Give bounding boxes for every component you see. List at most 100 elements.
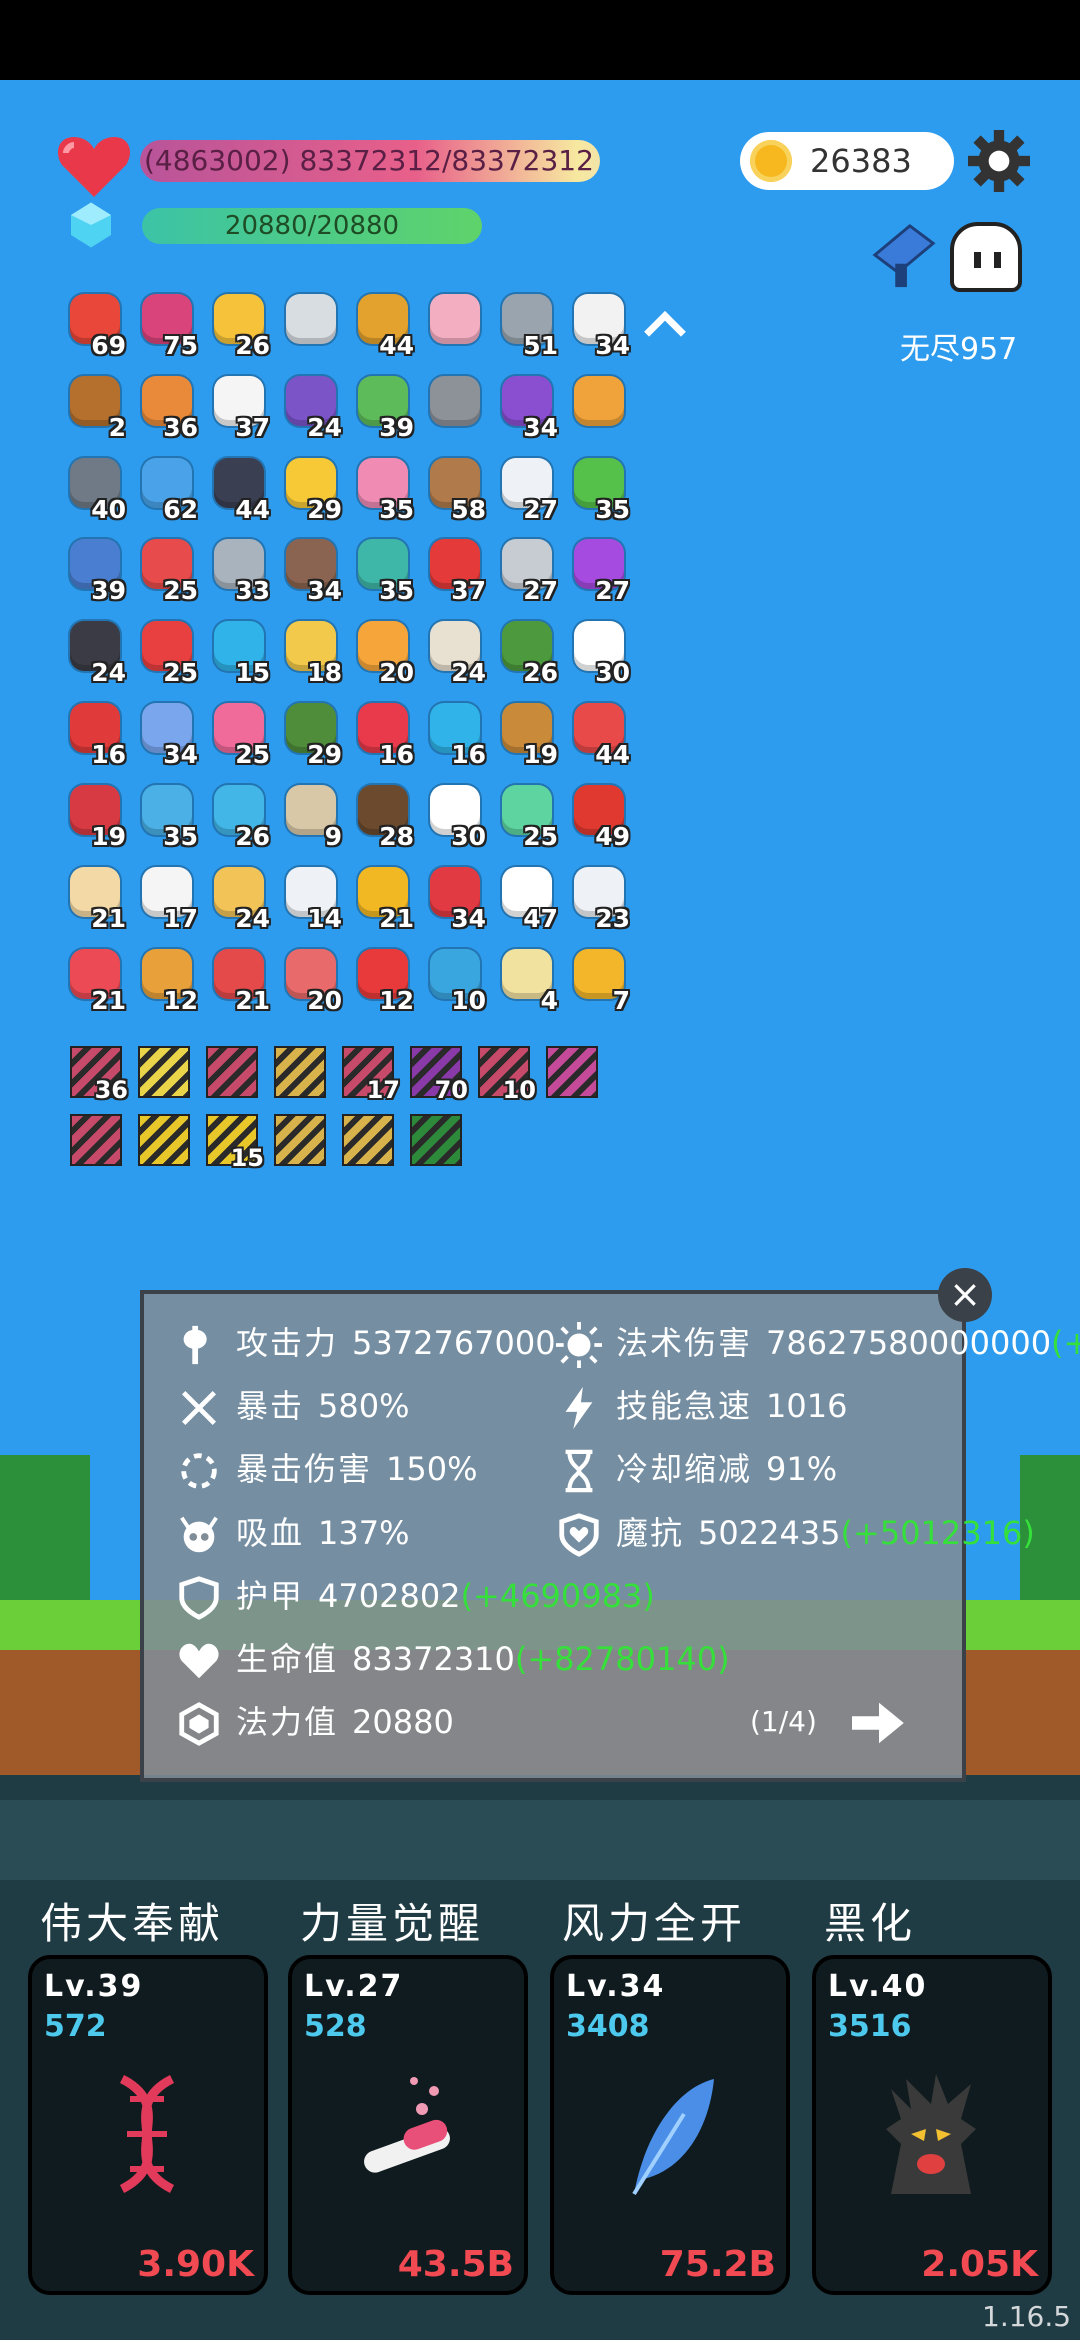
inventory-item[interactable]: 14 — [282, 863, 342, 933]
inventory-item[interactable]: 75 — [138, 290, 198, 360]
inventory-item[interactable]: 44 — [570, 699, 630, 769]
inventory-item[interactable]: 30 — [426, 781, 486, 851]
inventory-item[interactable]: 26 — [210, 781, 270, 851]
inventory-item[interactable]: 35 — [354, 454, 414, 524]
inventory-item[interactable]: 39 — [66, 535, 126, 605]
gold-box-icon[interactable] — [274, 1114, 326, 1166]
inventory-item[interactable] — [282, 290, 342, 356]
item-count: 18 — [307, 658, 342, 687]
inventory-item[interactable]: 27 — [498, 535, 558, 605]
inventory-item[interactable]: 18 — [282, 617, 342, 687]
striped-card-icon[interactable] — [70, 1114, 122, 1166]
inventory-item[interactable]: 29 — [282, 699, 342, 769]
inventory-item[interactable]: 34 — [570, 290, 630, 360]
inventory-item[interactable]: 49 — [570, 781, 630, 851]
skill-card[interactable]: Lv.27 528 43.5B — [288, 1955, 528, 2295]
inventory-item[interactable]: 40 — [66, 454, 126, 524]
inventory-item[interactable]: 58 — [426, 454, 486, 524]
inventory-item[interactable]: 26 — [498, 617, 558, 687]
item-count: 27 — [523, 495, 558, 524]
inventory-item[interactable]: 23 — [570, 863, 630, 933]
gold-box-icon[interactable] — [274, 1046, 326, 1098]
inventory-item[interactable]: 51 — [498, 290, 558, 360]
yellow-face-icon[interactable] — [138, 1114, 190, 1166]
close-stats-button[interactable]: × — [938, 1268, 992, 1322]
green-rune-icon[interactable] — [410, 1114, 462, 1166]
inventory-item[interactable]: 16 — [426, 699, 486, 769]
inventory-item[interactable]: 47 — [498, 863, 558, 933]
inventory-item[interactable]: 25 — [498, 781, 558, 851]
inventory-item[interactable]: 33 — [210, 535, 270, 605]
inventory-item[interactable]: 34 — [426, 863, 486, 933]
collapse-chevron-up-icon[interactable] — [642, 310, 688, 340]
inventory-item[interactable]: 17 — [138, 863, 198, 933]
inventory-item[interactable] — [426, 372, 486, 438]
inventory-item[interactable]: 16 — [66, 699, 126, 769]
inventory-item[interactable]: 25 — [138, 617, 198, 687]
settings-gear-icon[interactable] — [968, 130, 1030, 192]
pink-rune-icon[interactable] — [546, 1046, 598, 1098]
next-page-arrow-icon[interactable] — [852, 1700, 906, 1746]
inventory-item[interactable]: 25 — [210, 699, 270, 769]
inventory-item[interactable]: 34 — [138, 699, 198, 769]
inventory-item[interactable]: 9 — [282, 781, 342, 851]
inventory-item[interactable]: 35 — [138, 781, 198, 851]
striped-card-icon[interactable]: 36 — [70, 1046, 128, 1104]
inventory-item[interactable]: 21 — [66, 863, 126, 933]
inventory-item[interactable]: 39 — [354, 372, 414, 442]
ticket-icon — [574, 376, 624, 426]
inventory-item[interactable]: 4 — [498, 945, 558, 1015]
inventory-item[interactable]: 15 — [210, 617, 270, 687]
skill-card[interactable]: Lv.39 572 3.90K — [28, 1955, 268, 2295]
inventory-item[interactable]: 34 — [498, 372, 558, 442]
blue-book-icon[interactable] — [868, 220, 940, 290]
gold-box-icon[interactable] — [342, 1114, 394, 1166]
inventory-item[interactable]: 20 — [354, 617, 414, 687]
inventory-item[interactable]: 27 — [498, 454, 558, 524]
skill-card[interactable]: Lv.40 3516 2.05K — [812, 1955, 1052, 2295]
striped-card-icon[interactable]: 17 — [342, 1046, 400, 1104]
inventory-item[interactable]: 27 — [570, 535, 630, 605]
inventory-item[interactable]: 12 — [354, 945, 414, 1015]
purple-rune-icon[interactable]: 70 — [410, 1046, 468, 1104]
inventory-item[interactable]: 28 — [354, 781, 414, 851]
glow-card-icon[interactable] — [138, 1046, 190, 1098]
inventory-item[interactable]: 26 — [210, 290, 270, 360]
inventory-item[interactable]: 24 — [426, 617, 486, 687]
inventory-item[interactable]: 44 — [210, 454, 270, 524]
inventory-item[interactable]: 24 — [66, 617, 126, 687]
inventory-item[interactable]: 16 — [354, 699, 414, 769]
inventory-item[interactable]: 21 — [66, 945, 126, 1015]
ghost-button[interactable] — [950, 222, 1022, 292]
inventory-item[interactable]: 20 — [282, 945, 342, 1015]
inventory-item[interactable]: 24 — [282, 372, 342, 442]
inventory-item[interactable]: 37 — [210, 372, 270, 442]
striped-card-icon[interactable] — [206, 1046, 258, 1098]
inventory-item[interactable]: 62 — [138, 454, 198, 524]
inventory-item[interactable] — [570, 372, 630, 438]
inventory-item[interactable]: 19 — [66, 781, 126, 851]
inventory-item[interactable]: 35 — [570, 454, 630, 524]
inventory-item[interactable]: 12 — [138, 945, 198, 1015]
inventory-item[interactable]: 21 — [210, 945, 270, 1015]
inventory-item[interactable]: 35 — [354, 535, 414, 605]
inventory-item[interactable]: 37 — [426, 535, 486, 605]
inventory-item[interactable]: 19 — [498, 699, 558, 769]
skill-card[interactable]: Lv.34 3408 75.2B — [550, 1955, 790, 2295]
magic-shield-icon — [559, 1513, 599, 1557]
inventory-item[interactable]: 10 — [426, 945, 486, 1015]
inventory-item[interactable]: 44 — [354, 290, 414, 360]
inventory-item[interactable]: 25 — [138, 535, 198, 605]
inventory-item[interactable]: 2 — [66, 372, 126, 442]
inventory-item[interactable]: 30 — [570, 617, 630, 687]
inventory-item[interactable]: 29 — [282, 454, 342, 524]
inventory-item[interactable]: 69 — [66, 290, 126, 360]
inventory-item[interactable]: 7 — [570, 945, 630, 1015]
yellow-face-icon[interactable]: 15 — [206, 1114, 264, 1172]
inventory-item[interactable]: 21 — [354, 863, 414, 933]
inventory-item[interactable]: 24 — [210, 863, 270, 933]
inventory-item[interactable] — [426, 290, 486, 356]
striped-card-icon[interactable]: 10 — [478, 1046, 536, 1104]
inventory-item[interactable]: 36 — [138, 372, 198, 442]
inventory-item[interactable]: 34 — [282, 535, 342, 605]
